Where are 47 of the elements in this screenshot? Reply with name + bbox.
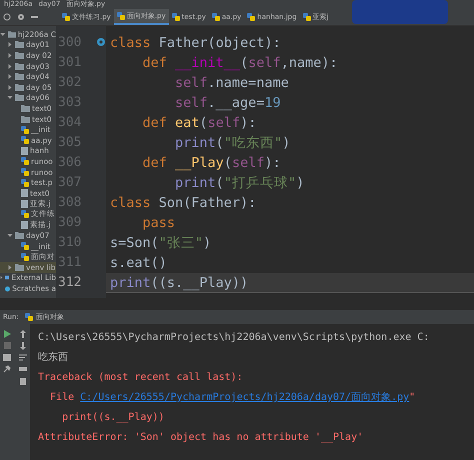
up-arrow-icon[interactable]: [20, 330, 26, 338]
expand-arrow-icon[interactable]: [7, 233, 13, 238]
console-line: print((s.__Play)): [61, 411, 166, 425]
python-file-icon: [172, 13, 180, 21]
file-link[interactable]: C:/Users/26555/PycharmProjects/hj2206a/day07/面向对象.py: [80, 392, 410, 403]
python-file-icon: [302, 13, 311, 21]
pin-icon[interactable]: [3, 365, 11, 373]
python-file-icon: [62, 13, 70, 21]
code-line: def __init__(self,name):: [142, 54, 339, 73]
line-number: 312: [57, 274, 82, 292]
console-line: 吃东西: [38, 350, 69, 365]
expand-arrow-icon[interactable]: [7, 95, 13, 100]
code-line: s.eat(): [109, 254, 168, 273]
scratch-icon: [5, 284, 10, 293]
code-line: class Son(Father):: [109, 194, 258, 213]
override-icon[interactable]: [96, 37, 106, 47]
python-file-icon: [212, 13, 220, 21]
console-line: C:\Users\26555\PycharmProjects\hj2206a\venv\Scripts\python.exe C:: [38, 331, 430, 345]
target-icon[interactable]: [3, 13, 11, 21]
trash-icon[interactable]: [20, 377, 26, 385]
code-line: print("吃东西"): [174, 134, 292, 153]
print-icon[interactable]: [19, 365, 27, 372]
library-icon: [4, 274, 10, 282]
wrap-icon[interactable]: [19, 354, 27, 361]
console-line: AttributeError: 'Son' object has no attribute '__Play': [38, 431, 364, 445]
python-file-icon: [116, 12, 125, 20]
python-file-icon: [21, 210, 29, 218]
code-line: s=Son("张三"): [109, 234, 212, 253]
file-icon: [21, 146, 28, 155]
file-icon: [21, 220, 28, 229]
console-line: File C:/Users/26555/PycharmProjects/hj2206a/day07/面向对象.py": [49, 390, 416, 405]
code-line: def eat(self):: [142, 114, 258, 133]
console-line: Traceback (most recent call last):: [38, 371, 244, 385]
python-file-icon: [24, 313, 33, 321]
folder-icon: [15, 264, 24, 271]
down-arrow-icon[interactable]: [20, 342, 26, 350]
expand-arrow-icon[interactable]: [0, 32, 6, 37]
settings-icon[interactable]: [17, 13, 25, 21]
run-icon[interactable]: [4, 330, 10, 338]
folder-icon: [15, 232, 24, 240]
code-line: pass: [142, 214, 176, 233]
python-file-icon: [247, 13, 256, 21]
code-line: print("打乒乓球"): [174, 174, 306, 193]
code-line: class Father(object):: [109, 34, 282, 53]
code-line: self.name=name: [174, 74, 290, 93]
code-line: self.__age=19: [174, 94, 282, 113]
code-line: def __Play(self):: [142, 154, 282, 173]
